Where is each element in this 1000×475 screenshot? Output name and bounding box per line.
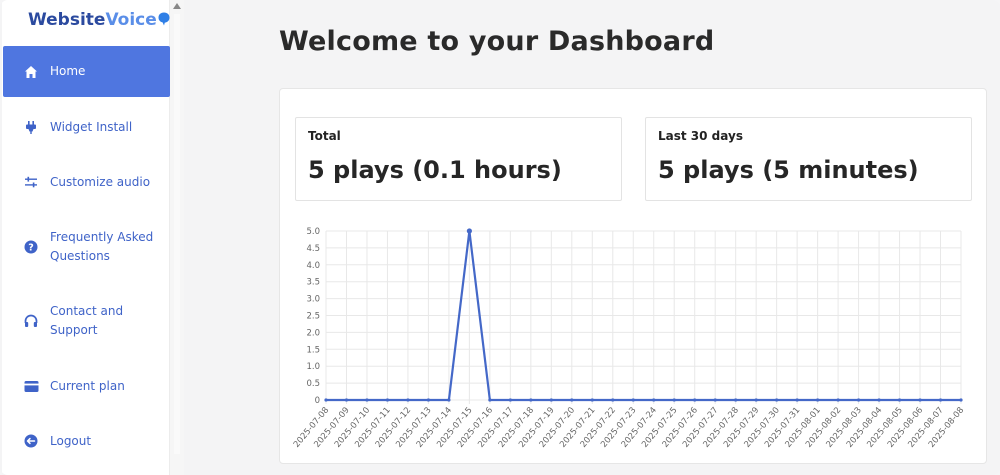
y-tick-label: 1.5	[306, 345, 320, 355]
data-point	[570, 398, 574, 402]
y-tick-label: 3.0	[306, 295, 320, 305]
data-point	[447, 398, 451, 402]
logout-icon	[23, 433, 39, 449]
y-tick-label: 4.5	[306, 244, 320, 254]
sidebar-item-current-plan[interactable]: Current plan	[3, 376, 170, 396]
sidebar-item-faq[interactable]: ? Frequently Asked Questions	[3, 227, 170, 267]
data-point	[938, 398, 943, 402]
data-point	[611, 398, 615, 402]
data-point	[488, 398, 492, 402]
data-point	[816, 398, 820, 402]
data-point	[385, 398, 390, 402]
data-point	[508, 398, 512, 402]
data-point	[529, 398, 533, 402]
svg-text:?: ?	[28, 243, 34, 254]
data-point	[652, 398, 656, 402]
data-point	[836, 398, 840, 402]
sidebar-item-home[interactable]: Home	[3, 46, 170, 97]
y-tick-label: 1.0	[306, 362, 320, 372]
sidebar-item-label: Logout	[50, 433, 92, 448]
plug-icon	[23, 119, 39, 135]
data-point	[324, 398, 328, 402]
logo-text-website: Website	[28, 10, 106, 30]
sidebar-item-label: Frequently Asked Questions	[50, 230, 154, 263]
sidebar: WebsiteVoice Home Widget Install Customi…	[2, 0, 170, 475]
app-window: WebsiteVoice Home Widget Install Customi…	[0, 0, 1000, 475]
sidebar-scrollbar[interactable]	[170, 0, 184, 475]
data-point	[713, 398, 717, 402]
headphones-icon	[23, 313, 39, 329]
sidebar-item-widget-install[interactable]: Widget Install	[3, 117, 170, 137]
data-point	[877, 398, 881, 402]
scrollbar-thumb[interactable]	[174, 14, 180, 454]
home-icon	[23, 64, 39, 80]
sidebar-item-label: Contact and Support	[50, 304, 124, 337]
sidebar-item-label: Customize audio	[50, 174, 151, 189]
data-point	[365, 398, 369, 402]
y-tick-label: 4.0	[306, 261, 320, 271]
data-point	[897, 398, 902, 402]
data-point	[426, 398, 431, 402]
sidebar-item-label: Widget Install	[50, 119, 133, 134]
data-point	[406, 398, 410, 402]
sidebar-item-label: Home	[50, 64, 86, 78]
sidebar-item-label: Current plan	[50, 378, 125, 393]
data-point	[959, 398, 963, 402]
logo-text-voice: Voice	[105, 10, 157, 30]
y-tick-label: 0	[315, 396, 320, 406]
data-point	[754, 398, 758, 402]
sidebar-item-logout[interactable]: Logout	[3, 431, 170, 451]
question-icon: ?	[23, 239, 39, 255]
sidebar-item-contact-support[interactable]: Contact and Support	[3, 301, 170, 341]
data-point	[590, 398, 594, 402]
data-point	[549, 398, 553, 402]
data-point	[918, 398, 922, 402]
data-point	[795, 398, 799, 402]
data-point	[344, 398, 349, 402]
y-tick-label: 2.0	[306, 328, 320, 338]
sidebar-item-customize-audio[interactable]: Customize audio	[3, 172, 170, 192]
sliders-icon	[23, 174, 39, 190]
page-title: Welcome to your Dashboard	[279, 26, 715, 57]
y-tick-label: 2.5	[306, 312, 320, 322]
y-tick-label: 5.0	[306, 227, 320, 237]
plays-line-chart: 00.51.01.52.02.53.03.54.04.55.02025-07-0…	[292, 227, 966, 450]
speech-bubble-icon	[158, 12, 170, 26]
data-point	[856, 398, 861, 402]
scroll-up-arrow-icon[interactable]	[173, 3, 181, 9]
data-point	[672, 398, 676, 402]
data-point	[734, 398, 738, 402]
data-point	[631, 398, 635, 402]
app-logo[interactable]: WebsiteVoice	[28, 10, 170, 32]
dashboard-card: Total 5 plays (0.1 hours) Last 30 days 5…	[279, 88, 987, 464]
y-tick-label: 3.5	[306, 278, 320, 288]
credit-card-icon	[23, 378, 39, 394]
data-point	[693, 398, 697, 402]
data-point	[775, 398, 779, 402]
data-point	[466, 228, 472, 234]
y-tick-label: 0.5	[306, 379, 320, 389]
